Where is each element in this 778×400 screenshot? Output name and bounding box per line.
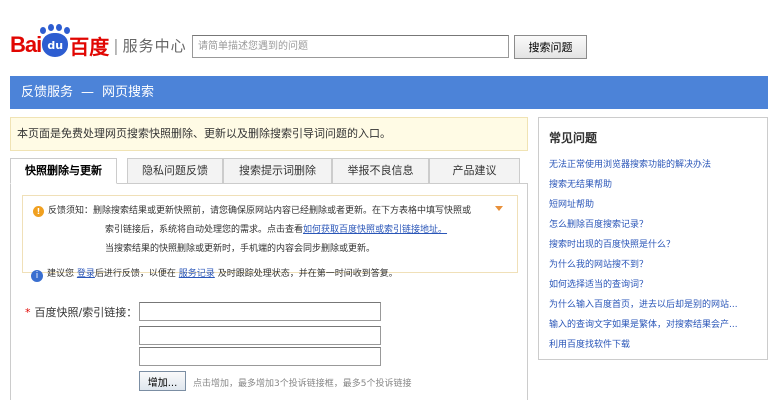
- link-input-2[interactable]: [139, 326, 381, 345]
- faq-item[interactable]: 输入的查询文字如果是繁体，对搜索结果会产...: [549, 315, 757, 335]
- collapse-caret-icon[interactable]: [495, 206, 503, 211]
- service-records-link[interactable]: 服务记录: [179, 269, 215, 279]
- faq-item[interactable]: 搜索无结果帮助: [549, 175, 757, 195]
- feedback-line-1: ! 反馈须知：删除搜索结果或更新快照前，请您确保原网站内容已经删除或者更新。在下方…: [33, 202, 507, 221]
- add-link-button[interactable]: 增加...: [139, 371, 186, 391]
- faq-item[interactable]: 怎么删除百度搜索记录？: [549, 215, 757, 235]
- title-section: 反馈服务: [21, 85, 74, 100]
- login-link[interactable]: 登录: [77, 269, 95, 279]
- faq-title: 常见问题: [549, 131, 598, 145]
- feedback-line-3: 当搜索结果的快照删除或更新时，手机端的内容会同步删除或更新。: [105, 244, 376, 254]
- add-link-hint: 点击增加，最多增加3个投诉链接框，最多5个投诉链接: [193, 379, 412, 389]
- faq-item[interactable]: 为什么我的网站搜不到？: [549, 255, 757, 275]
- suggestion-text-c: 及时跟踪处理状态，并在第一时间收到答复。: [217, 269, 398, 279]
- baidu-logo[interactable]: Bai du 百度 | 服务中心: [10, 27, 187, 60]
- link-label-text: 百度快照/索引链接：: [34, 306, 138, 319]
- notice-banner: 本页面是免费处理网页搜索快照删除、更新以及删除搜索引导词问题的入口。: [10, 117, 528, 151]
- link-input-1[interactable]: [139, 302, 381, 321]
- faq-item[interactable]: 利用百度找软件下载: [549, 335, 757, 355]
- tab-suggestion-words[interactable]: 搜索提示词删除: [223, 158, 332, 184]
- tab-bar: 快照删除与更新 隐私问题反馈 搜索提示词删除 举报不良信息 产品建议: [10, 158, 528, 184]
- search-input[interactable]: [192, 35, 509, 58]
- warning-icon: !: [33, 206, 44, 217]
- info-icon: i: [31, 270, 43, 282]
- feedback-text-1: 删除搜索结果或更新快照前，请您确保原网站内容已经删除或者更新。在下方表格中填写快…: [93, 206, 472, 216]
- header: Bai du 百度 | 服务中心 搜索问题: [0, 0, 778, 72]
- page-title-bar: 反馈服务 — 网页搜索: [10, 76, 768, 109]
- suggestion-text-b: 后进行反馈，以便在: [94, 269, 176, 279]
- tab-snapshot[interactable]: 快照删除与更新: [10, 158, 117, 184]
- link-input-3[interactable]: [139, 347, 381, 366]
- link-field-label: * 百度快照/索引链接：: [25, 304, 137, 320]
- paw-icon: du: [40, 27, 69, 57]
- tab-product-advice[interactable]: 产品建议: [429, 158, 520, 184]
- how-to-get-link[interactable]: 如何获取百度快照或索引链接地址。: [303, 225, 447, 235]
- title-dash: —: [81, 85, 95, 100]
- feedback-line-2: 索引链接后，系统将自动处理您的需求。点击查看如何获取百度快照或索引链接地址。: [33, 221, 507, 240]
- login-suggestion: i 建议您 登录后进行反馈，以便在 服务记录 及时跟踪处理状态，并在第一时间收到答…: [31, 266, 398, 282]
- tab-report[interactable]: 举报不良信息: [332, 158, 429, 184]
- title-page: 网页搜索: [102, 85, 155, 100]
- logo-separator: |: [113, 35, 119, 55]
- faq-item[interactable]: 如何选择适当的查询词？: [549, 275, 757, 295]
- suggestion-text-a: 建议您: [47, 269, 75, 279]
- logo-baidu-text: 百度: [69, 34, 110, 59]
- feedback-heading: 反馈须知：: [48, 206, 94, 216]
- required-star: *: [25, 306, 31, 319]
- feedback-text-2: 索引链接后，系统将自动处理您的需求。点击查看: [105, 225, 304, 235]
- logo-service-text: 服务中心: [122, 36, 187, 55]
- faq-item[interactable]: 无法正常使用浏览器搜索功能的解决办法: [549, 155, 757, 175]
- tab-content: ! 反馈须知：删除搜索结果或更新快照前，请您确保原网站内容已经删除或者更新。在下方…: [10, 184, 528, 400]
- faq-panel: 常见问题 无法正常使用浏览器搜索功能的解决办法 搜索无结果帮助 短网址帮助 怎么…: [538, 117, 768, 360]
- tab-privacy[interactable]: 隐私问题反馈: [127, 158, 223, 184]
- logo-bai-text: Bai: [10, 32, 42, 57]
- feedback-notice: ! 反馈须知：删除搜索结果或更新快照前，请您确保原网站内容已经删除或者更新。在下方…: [22, 195, 518, 273]
- faq-item[interactable]: 为什么输入百度首页，进去以后却是别的网站...: [549, 295, 757, 315]
- faq-item[interactable]: 搜索时出现的百度快照是什么？: [549, 235, 757, 255]
- search-button[interactable]: 搜索问题: [514, 35, 587, 59]
- faq-item[interactable]: 短网址帮助: [549, 195, 757, 215]
